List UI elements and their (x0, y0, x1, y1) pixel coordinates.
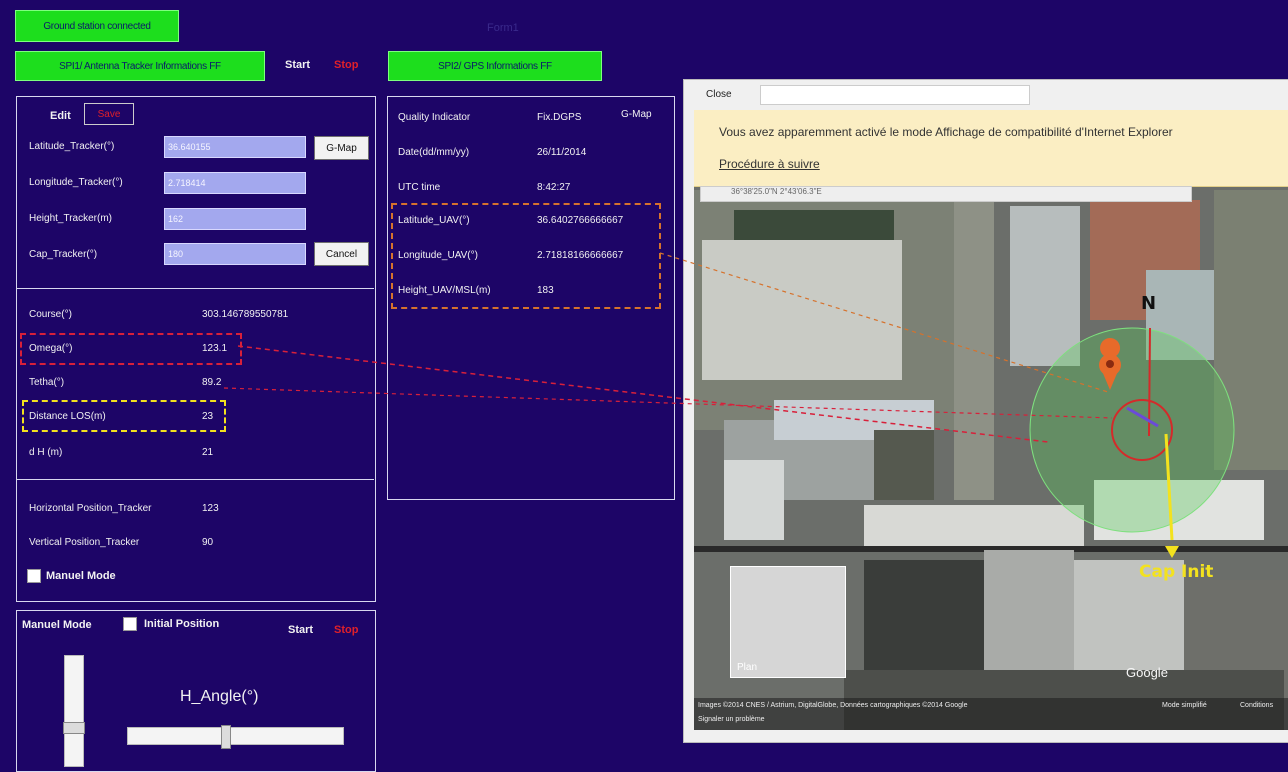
manual-start-button[interactable]: Start (288, 624, 313, 636)
dh-label: d H (m) (29, 447, 63, 458)
course-label: Course(°) (29, 309, 72, 320)
coordinates-box: 36°38'25.0"N 2°43'06.3"E (700, 186, 1192, 202)
initial-position-label: Initial Position (144, 618, 220, 630)
quality-indicator-value: Fix.DGPS (537, 112, 582, 123)
h-angle-slider-thumb[interactable] (221, 725, 231, 749)
date-value: 26/11/2014 (537, 147, 587, 158)
cap-tracker-field[interactable]: 180 (164, 243, 306, 265)
manual-mode-checkbox[interactable] (27, 569, 41, 583)
course-value: 303.146789550781 (202, 309, 289, 320)
height-tracker-field[interactable]: 162 (164, 208, 306, 230)
manual-panel-title: Manuel Mode (22, 619, 92, 631)
report-problem-link[interactable]: Signaler un problème (698, 716, 765, 723)
tetha-value: 89.2 (202, 377, 222, 388)
distance-highlight (22, 400, 226, 432)
horizontal-position-label: Horizontal Position_Tracker (29, 503, 152, 514)
conditions-link[interactable]: Conditions (1240, 702, 1273, 709)
vertical-position-label: Vertical Position_Tracker (29, 537, 140, 548)
edit-label: Edit (50, 110, 71, 122)
latitude-tracker-label: Latitude_Tracker(°) (29, 141, 115, 152)
divider (17, 288, 374, 289)
height-tracker-label: Height_Tracker(m) (29, 213, 112, 224)
north-indicator: N (1141, 293, 1157, 314)
tetha-label: Tetha(°) (29, 377, 65, 388)
latitude-tracker-field[interactable]: 36.640155 (164, 136, 306, 158)
manual-mode-label: Manuel Mode (46, 570, 116, 582)
coordinates-text: 36°38'25.0"N 2°43'06.3"E (731, 187, 822, 196)
omega-highlight (20, 333, 242, 365)
start-button[interactable]: Start (285, 59, 310, 71)
google-logo: Google (1126, 665, 1168, 680)
manual-stop-button[interactable]: Stop (334, 624, 358, 636)
divider (17, 479, 374, 480)
cap-init-label: Cap Init (1139, 562, 1214, 582)
cap-tracker-label: Cap_Tracker(°) (29, 249, 98, 260)
longitude-tracker-label: Longitude_Tracker(°) (29, 177, 123, 188)
spi2-gps-button[interactable]: SPI2/ GPS Informations FF (388, 51, 602, 81)
utc-time-value: 8:42:27 (537, 182, 571, 193)
plan-label: Plan (737, 662, 758, 673)
h-angle-label: H_Angle(°) (180, 688, 259, 705)
spi1-antenna-tracker-button[interactable]: SPI1/ Antenna Tracker Informations FF (15, 51, 265, 81)
ground-station-status: Ground station connected (15, 10, 179, 42)
attribution-bar: Images ©2014 CNES / Astrium, DigitalGlob… (694, 698, 1288, 730)
stop-button[interactable]: Stop (334, 59, 358, 71)
procedure-link[interactable]: Procédure à suivre (719, 157, 820, 171)
gps-gmap-button[interactable]: G-Map (621, 109, 652, 120)
tracker-gmap-button[interactable]: G-Map (314, 136, 369, 160)
vertical-position-value: 90 (202, 537, 214, 548)
attribution-text: Images ©2014 CNES / Astrium, DigitalGlob… (698, 702, 968, 709)
dh-value: 21 (202, 447, 214, 458)
horizontal-position-value: 123 (202, 503, 219, 514)
vertical-slider-track[interactable] (63, 655, 85, 767)
save-button[interactable]: Save (84, 103, 134, 125)
uav-position-highlight (391, 203, 661, 309)
plan-toggle[interactable]: Plan (730, 566, 846, 678)
initial-position-checkbox[interactable] (123, 617, 137, 631)
utc-time-label: UTC time (398, 182, 441, 193)
address-bar[interactable] (760, 85, 1030, 105)
date-label: Date(dd/mm/yy) (398, 147, 470, 158)
map-view[interactable]: N Cap Init Plan Google Images ©2014 CNES… (694, 110, 1288, 730)
close-button[interactable]: Close (706, 89, 732, 100)
vertical-slider-thumb[interactable] (63, 722, 85, 734)
quality-indicator-label: Quality Indicator (398, 112, 471, 123)
longitude-tracker-field[interactable]: 2.718414 (164, 172, 306, 194)
window-title: Form1 (487, 22, 519, 34)
ie-compatibility-notice: Vous avez apparemment activé le mode Aff… (694, 110, 1288, 187)
mode-simplifie-link[interactable]: Mode simplifié (1162, 702, 1207, 709)
tracker-cancel-button[interactable]: Cancel (314, 242, 369, 266)
h-angle-slider[interactable] (127, 725, 344, 749)
ie-notice-text: Vous avez apparemment activé le mode Aff… (719, 125, 1173, 139)
